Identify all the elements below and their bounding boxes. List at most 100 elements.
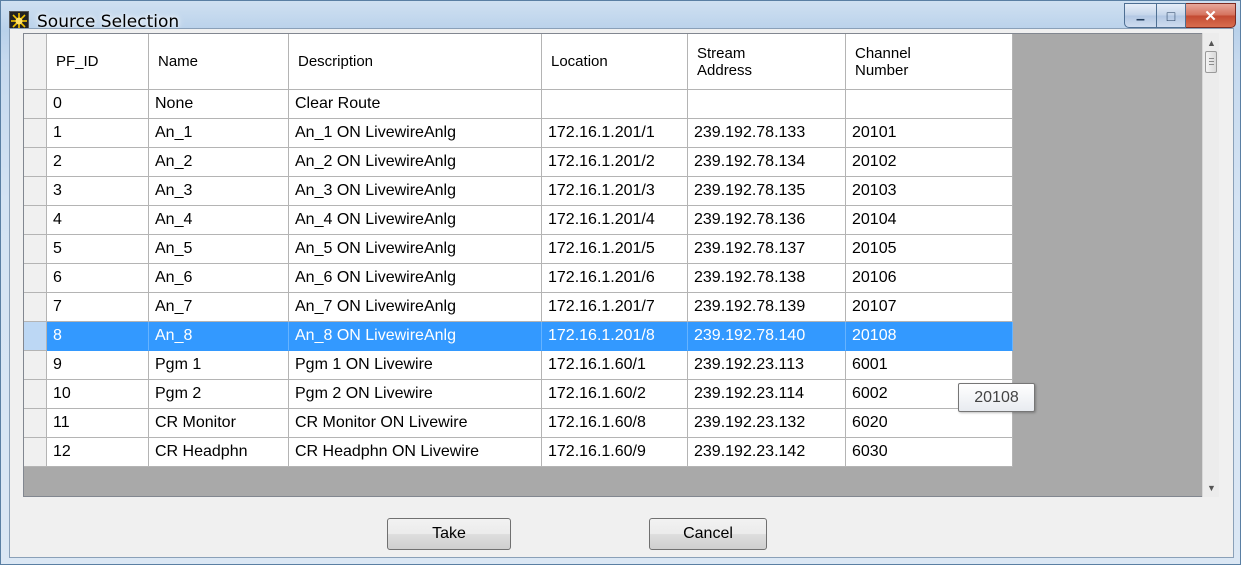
table-row[interactable]: 4 An_4 An_4 ON LivewireAnlg 172.16.1.201/4 2… [24, 206, 1013, 235]
row-header[interactable] [24, 148, 47, 177]
table-cell[interactable]: 172.16.1.60/8 [542, 409, 688, 438]
table-cell[interactable]: 5 [47, 235, 149, 264]
scroll-down-icon[interactable]: ▼ [1203, 479, 1220, 496]
table-cell[interactable]: 6001 [846, 351, 1013, 380]
source-grid[interactable]: PF_ID Name Description Location Stream Addres… [23, 33, 1218, 497]
table-cell[interactable]: Clear Route [289, 90, 542, 119]
vertical-scrollbar[interactable]: ▲ ▼ [1202, 33, 1219, 497]
table-cell[interactable]: 172.16.1.201/3 [542, 177, 688, 206]
table-cell[interactable]: 239.192.23.132 [688, 409, 846, 438]
row-header[interactable] [24, 90, 47, 119]
table-cell[interactable] [846, 90, 1013, 119]
table-cell[interactable]: 239.192.23.142 [688, 438, 846, 467]
column-header[interactable]: Stream Address [688, 34, 846, 90]
table-cell[interactable]: 8 [47, 322, 149, 351]
table-cell[interactable] [688, 90, 846, 119]
table-cell[interactable]: 6020 [846, 409, 1013, 438]
row-header[interactable] [24, 264, 47, 293]
table-cell[interactable]: 20103 [846, 177, 1013, 206]
column-header[interactable]: Location [542, 34, 688, 90]
table-row[interactable]: 12 CR Headphn CR Headphn ON Livewire 172.16… [24, 438, 1013, 467]
row-header[interactable] [24, 235, 47, 264]
table-cell[interactable]: An_4 ON LivewireAnlg [289, 206, 542, 235]
scroll-thumb[interactable] [1205, 51, 1217, 73]
table-cell[interactable]: 239.192.78.140 [688, 322, 846, 351]
table-cell[interactable]: An_4 [149, 206, 289, 235]
table-row[interactable]: 1 An_1 An_1 ON LivewireAnlg 172.16.1.201/1 2… [24, 119, 1013, 148]
row-header[interactable] [24, 177, 47, 206]
table-row[interactable]: 5 An_5 An_5 ON LivewireAnlg 172.16.1.201/5 2… [24, 235, 1013, 264]
table-cell[interactable]: 11 [47, 409, 149, 438]
table-cell[interactable]: CR Headphn ON Livewire [289, 438, 542, 467]
table-cell[interactable]: An_8 ON LivewireAnlg [289, 322, 542, 351]
table-cell[interactable]: 239.192.78.136 [688, 206, 846, 235]
table-cell[interactable] [542, 90, 688, 119]
table-cell[interactable]: 0 [47, 90, 149, 119]
table-cell[interactable]: An_1 ON LivewireAnlg [289, 119, 542, 148]
table-row[interactable]: 8 An_8 An_8 ON LivewireAnlg 172.16.1.201/8 2… [24, 322, 1013, 351]
table-cell[interactable]: 172.16.1.60/2 [542, 380, 688, 409]
row-header[interactable] [24, 206, 47, 235]
table-cell[interactable]: 172.16.1.201/2 [542, 148, 688, 177]
take-button[interactable]: Take [387, 518, 511, 550]
table-cell[interactable]: An_6 ON LivewireAnlg [289, 264, 542, 293]
maximize-button[interactable]: □ [1157, 3, 1186, 28]
table-cell[interactable]: None [149, 90, 289, 119]
table-cell[interactable]: 172.16.1.201/5 [542, 235, 688, 264]
table-cell[interactable]: 239.192.78.135 [688, 177, 846, 206]
table-cell[interactable]: An_2 [149, 148, 289, 177]
table-cell[interactable]: 1 [47, 119, 149, 148]
table-row[interactable]: 7 An_7 An_7 ON LivewireAnlg 172.16.1.201/7 2… [24, 293, 1013, 322]
table-cell[interactable]: CR Monitor ON Livewire [289, 409, 542, 438]
table-row[interactable]: 10 Pgm 2 Pgm 2 ON Livewire 172.16.1.60/2 239… [24, 380, 1013, 409]
table-cell[interactable]: An_2 ON LivewireAnlg [289, 148, 542, 177]
cancel-button[interactable]: Cancel [649, 518, 767, 550]
table-cell[interactable]: An_5 ON LivewireAnlg [289, 235, 542, 264]
column-header[interactable]: Description [289, 34, 542, 90]
table-cell[interactable]: 20106 [846, 264, 1013, 293]
column-header[interactable]: PF_ID [47, 34, 149, 90]
table-cell[interactable]: 20101 [846, 119, 1013, 148]
minimize-button[interactable]: ▁ [1124, 3, 1157, 28]
table-cell[interactable]: CR Headphn [149, 438, 289, 467]
row-header[interactable] [24, 438, 47, 467]
table-row[interactable]: 0 None Clear Route [24, 90, 1013, 119]
table-cell[interactable]: An_1 [149, 119, 289, 148]
table-cell[interactable]: An_8 [149, 322, 289, 351]
table-cell[interactable]: An_3 ON LivewireAnlg [289, 177, 542, 206]
scroll-up-icon[interactable]: ▲ [1203, 34, 1220, 51]
row-header[interactable] [24, 119, 47, 148]
table-row[interactable]: 6 An_6 An_6 ON LivewireAnlg 172.16.1.201/6 2… [24, 264, 1013, 293]
close-button[interactable]: ✕ [1186, 3, 1236, 28]
table-cell[interactable]: 239.192.78.139 [688, 293, 846, 322]
table-row[interactable]: 2 An_2 An_2 ON LivewireAnlg 172.16.1.201/2 2… [24, 148, 1013, 177]
table-cell[interactable]: 172.16.1.60/9 [542, 438, 688, 467]
table-cell[interactable]: Pgm 1 [149, 351, 289, 380]
table-cell[interactable]: 239.192.23.113 [688, 351, 846, 380]
table-cell[interactable]: 239.192.23.114 [688, 380, 846, 409]
table-cell[interactable]: 20107 [846, 293, 1013, 322]
row-header[interactable] [24, 322, 47, 351]
table-cell[interactable]: 2 [47, 148, 149, 177]
column-header[interactable]: Name [149, 34, 289, 90]
table-cell[interactable]: 7 [47, 293, 149, 322]
table-cell[interactable]: An_7 [149, 293, 289, 322]
table-cell[interactable]: 20105 [846, 235, 1013, 264]
table-cell[interactable]: Pgm 1 ON Livewire [289, 351, 542, 380]
table-cell[interactable]: 172.16.1.201/6 [542, 264, 688, 293]
row-header[interactable] [24, 293, 47, 322]
table-cell[interactable]: 6 [47, 264, 149, 293]
table-cell[interactable]: 20102 [846, 148, 1013, 177]
table-cell[interactable]: 20108 [846, 322, 1013, 351]
table-cell[interactable]: An_6 [149, 264, 289, 293]
table-cell[interactable]: 172.16.1.201/1 [542, 119, 688, 148]
table-cell[interactable]: 3 [47, 177, 149, 206]
row-header[interactable] [24, 351, 47, 380]
row-header[interactable] [24, 380, 47, 409]
row-header[interactable] [24, 409, 47, 438]
table-cell[interactable]: 10 [47, 380, 149, 409]
table-cell[interactable]: 172.16.1.201/8 [542, 322, 688, 351]
table-cell[interactable]: 172.16.1.201/4 [542, 206, 688, 235]
table-cell[interactable]: 172.16.1.201/7 [542, 293, 688, 322]
column-header[interactable]: Channel Number [846, 34, 1013, 90]
